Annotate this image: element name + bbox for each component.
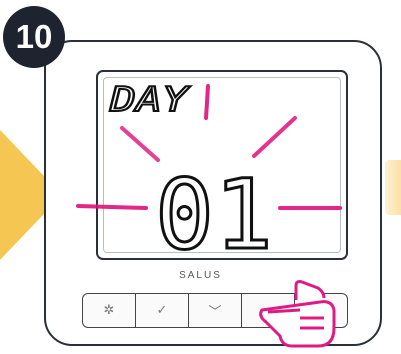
down-button[interactable]: ﹀ [188, 293, 241, 328]
right-arrow-indicator [385, 160, 401, 215]
brand-logo: SALUS [0, 270, 401, 281]
settings-button[interactable]: ✲ [82, 293, 135, 328]
chevron-down-icon: ﹀ [208, 305, 222, 320]
step-number: 10 [15, 18, 53, 55]
step-number-badge: 10 [3, 6, 65, 68]
brand-logo-text: SALUS [179, 270, 222, 281]
gear-icon: ✲ [103, 303, 115, 318]
lcd-screen [96, 70, 348, 260]
power-button[interactable]: ⏻ [294, 293, 348, 328]
chevron-up-icon: ︿ [261, 305, 275, 320]
power-icon: ⏻ [315, 303, 327, 318]
lcd-inner-frame [103, 77, 341, 253]
button-bar: ✲ ✓ ﹀ ︿ ⏻ [82, 293, 348, 328]
up-button[interactable]: ︿ [241, 293, 294, 328]
confirm-button[interactable]: ✓ [135, 293, 188, 328]
checkmark-icon: ✓ [156, 303, 168, 318]
